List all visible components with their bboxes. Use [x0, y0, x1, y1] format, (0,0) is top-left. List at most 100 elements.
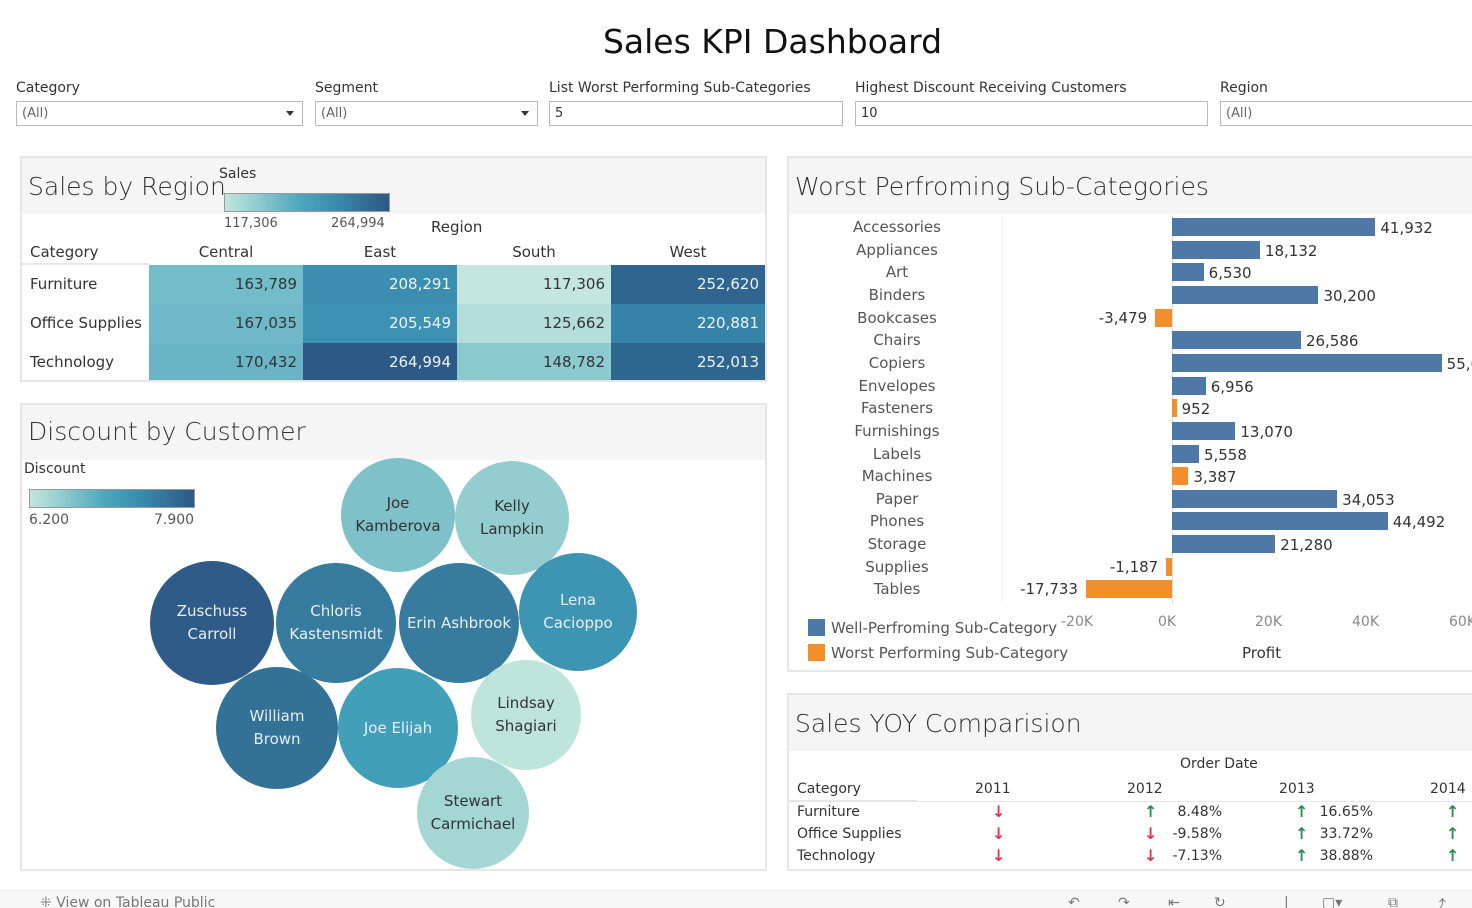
- bar-value-label: 34,053: [1342, 490, 1395, 509]
- customer-bubble[interactable]: Joe Kamberova: [341, 458, 455, 572]
- profit-bar[interactable]: [1172, 263, 1204, 282]
- profit-bar[interactable]: [1172, 353, 1442, 372]
- customer-name-line: Lena: [559, 591, 596, 609]
- arrow-up-icon: ↑: [1446, 824, 1460, 843]
- profit-bar[interactable]: [1172, 421, 1236, 440]
- discount-legend-title: Discount: [24, 461, 86, 477]
- customer-bubble[interactable]: Chloris Kastensmidt: [276, 563, 396, 683]
- pane-divider: [1002, 217, 1003, 603]
- dashboard-title: Sales KPI Dashboard: [602, 22, 943, 61]
- heatmap-cell[interactable]: 252,620: [611, 265, 765, 304]
- sales-legend-min: 117,306: [224, 216, 278, 230]
- heatmap-cell[interactable]: 252,013: [611, 343, 765, 380]
- row-category-label: Technology: [30, 353, 115, 371]
- customer-bubble[interactable]: Lindsay Shagiari: [471, 660, 581, 770]
- bar-value-label: 18,132: [1264, 241, 1318, 260]
- profit-bar[interactable]: [1172, 535, 1276, 554]
- refresh-icon[interactable]: ↻: [1214, 895, 1226, 908]
- undo-icon[interactable]: ↶: [1068, 895, 1080, 908]
- profit-bar[interactable]: [1172, 489, 1338, 508]
- bar-value-label: 6,956: [1210, 377, 1254, 396]
- heatmap-cell[interactable]: 205,549: [303, 304, 457, 343]
- yoy-percent: 38.88%: [1319, 848, 1373, 864]
- legend-label-worst: Worst Performing Sub-Category: [831, 644, 1069, 662]
- yoy-category-label: Office Supplies: [797, 826, 902, 842]
- heatmap-cell[interactable]: 264,994: [303, 343, 457, 380]
- customer-bubble[interactable]: Zuschuss Carroll: [150, 561, 274, 685]
- customer-bubble[interactable]: Stewart Carmichael: [417, 757, 529, 869]
- bar-value-label: 21,280: [1280, 536, 1333, 555]
- filter-label-region: Region: [1220, 80, 1268, 96]
- arrow-down-icon: ↓: [992, 846, 1006, 865]
- category-dropdown[interactable]: (All): [16, 101, 303, 126]
- profit-bar[interactable]: [1172, 444, 1199, 463]
- worst-subcategories-input[interactable]: 5: [549, 101, 843, 126]
- device-preview-icon[interactable]: ▢▾: [1322, 895, 1342, 908]
- discount-legend-max: 7.900: [154, 512, 195, 528]
- discount-customers-value: 10: [861, 106, 878, 121]
- chevron-down-icon: [521, 111, 529, 116]
- sales-yoy-panel: Sales YOY Comparision Order Date Categor…: [787, 693, 1472, 871]
- profit-bar[interactable]: [1172, 331, 1301, 350]
- customer-name-line: Joe Elijah: [363, 718, 433, 737]
- panel-title: Sales YOY Comparision: [795, 709, 1082, 738]
- heatmap-cell[interactable]: 208,291: [303, 265, 457, 304]
- category-label: Bookcases: [857, 308, 937, 327]
- fullscreen-icon[interactable]: ⧉: [1388, 895, 1398, 908]
- profit-bar[interactable]: [1155, 308, 1172, 327]
- profit-bar[interactable]: [1172, 399, 1177, 418]
- profit-bar[interactable]: [1172, 376, 1206, 395]
- bar-value-label: 55,6: [1446, 354, 1472, 373]
- bar-value-label: 44,492: [1392, 513, 1446, 532]
- customer-name-line: Cacioppo: [543, 614, 613, 632]
- region-header-south: South: [512, 243, 556, 261]
- profit-bar[interactable]: [1166, 557, 1172, 576]
- heatmap-cell[interactable]: 125,662: [457, 304, 611, 343]
- worst-subcategories-panel: Worst Perfroming Sub-Categories Accessor…: [787, 156, 1472, 672]
- region-dropdown[interactable]: (All): [1220, 101, 1472, 126]
- arrow-up-icon: ↑: [1144, 802, 1158, 821]
- profit-bar[interactable]: [1172, 512, 1388, 531]
- profit-bar[interactable]: [1172, 285, 1319, 304]
- region-header-west: West: [669, 243, 707, 261]
- region-group-label: Region: [431, 218, 483, 236]
- arrow-down-icon: ↓: [1144, 846, 1158, 865]
- redo-icon[interactable]: ↷: [1118, 895, 1130, 908]
- x-axis-tick: 20K: [1255, 614, 1282, 630]
- x-axis-title: Profit: [1242, 644, 1282, 662]
- heatmap-cell[interactable]: 117,306: [457, 265, 611, 304]
- arrow-down-icon: ↓: [992, 824, 1006, 843]
- profit-bar[interactable]: [1172, 240, 1260, 259]
- customer-bubble[interactable]: William Brown: [216, 667, 338, 789]
- customer-bubble[interactable]: Lena Cacioppo: [519, 553, 637, 671]
- heatmap-cell[interactable]: 163,789: [149, 265, 303, 304]
- customer-name-line: Zuschuss: [176, 602, 248, 620]
- category-label: Storage: [867, 535, 927, 554]
- profit-bar[interactable]: [1172, 467, 1189, 486]
- profit-bar[interactable]: [1085, 580, 1172, 599]
- filter-label-discount-customers: Highest Discount Receiving Customers: [855, 80, 1127, 96]
- heatmap-cell[interactable]: 170,432: [149, 343, 303, 380]
- share-icon[interactable]: ⤴: [1432, 895, 1446, 908]
- heatmap-cell[interactable]: 148,782: [457, 343, 611, 380]
- customer-name-line: William: [249, 707, 305, 725]
- category-label: Appliances: [856, 240, 938, 259]
- legend-swatch-well: [808, 619, 825, 636]
- category-label: Furnishings: [854, 421, 940, 440]
- view-on-tableau-public-link[interactable]: ⁜ View on Tableau Public: [40, 895, 215, 908]
- discount-customers-input[interactable]: 10: [855, 101, 1208, 126]
- heatmap-cell[interactable]: 220,881: [611, 304, 765, 343]
- tableau-logo-icon: ⁜: [40, 895, 52, 908]
- sales-color-legend: [224, 193, 390, 212]
- segment-dropdown[interactable]: (All): [315, 101, 538, 126]
- revert-icon[interactable]: ⇤: [1168, 895, 1180, 908]
- customer-name-line: Lindsay: [497, 694, 555, 712]
- customer-name-line: Carmichael: [430, 815, 516, 833]
- yoy-percent: 16.65%: [1319, 804, 1373, 820]
- heatmap-cell[interactable]: 167,035: [149, 304, 303, 343]
- profit-bar[interactable]: [1172, 218, 1376, 236]
- category-label: Art: [885, 263, 909, 282]
- region-header-east: East: [363, 243, 397, 261]
- customer-name-line: Joe: [386, 494, 410, 512]
- bar-value-label: 3,387: [1193, 468, 1237, 487]
